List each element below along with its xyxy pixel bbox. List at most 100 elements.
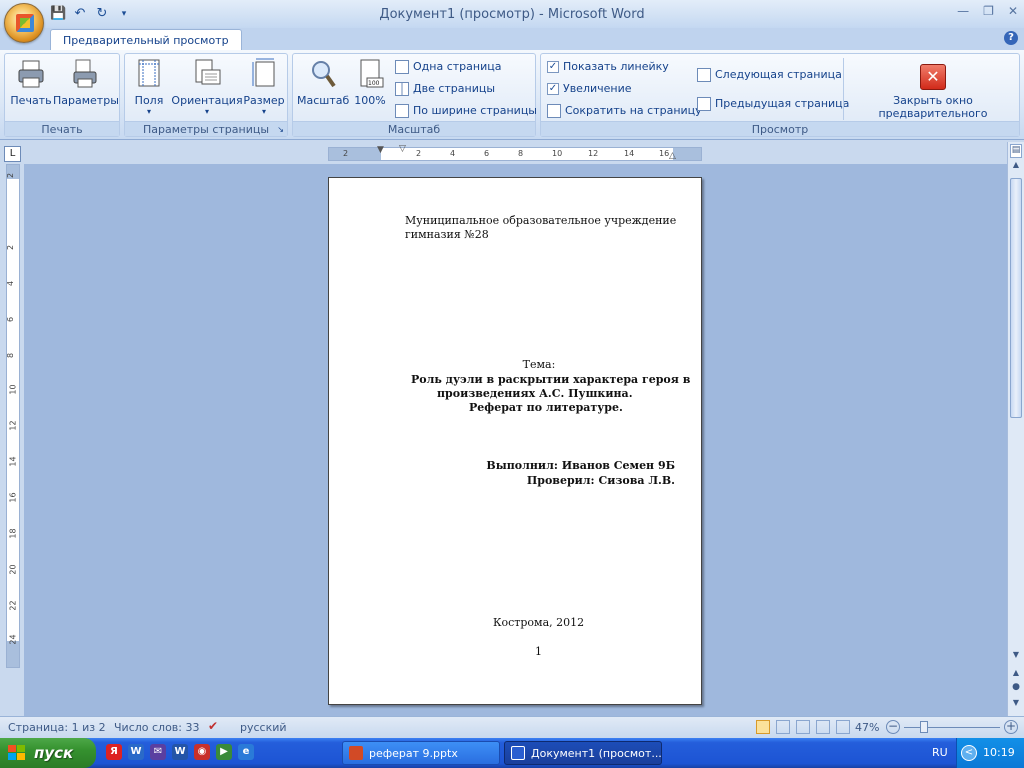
prev-page-nav-icon[interactable]: ▲ xyxy=(1010,668,1022,680)
page-width-button[interactable]: По ширине страницы xyxy=(395,102,537,120)
chevron-down-icon: ▾ xyxy=(204,107,209,116)
size-button[interactable]: Размер ▾ xyxy=(243,58,285,116)
orientation-icon xyxy=(192,58,222,90)
print-layout-view-icon[interactable] xyxy=(756,720,770,734)
browse-object-icon[interactable]: ● xyxy=(1010,682,1022,694)
prev-page-icon xyxy=(697,97,711,111)
one-page-button[interactable]: Одна страница xyxy=(395,58,501,76)
print-button[interactable]: Печать xyxy=(9,58,53,107)
ruler-label: 12 xyxy=(8,420,18,431)
status-language[interactable]: русский xyxy=(240,721,287,734)
ruler-toggle-icon[interactable]: ▤ xyxy=(1010,144,1022,158)
ruler-margin-bottom xyxy=(7,641,19,667)
word-icon[interactable]: W xyxy=(128,744,144,760)
zoom-slider-thumb[interactable] xyxy=(919,721,928,733)
web-view-icon[interactable] xyxy=(796,720,810,734)
language-indicator[interactable]: RU xyxy=(932,746,948,759)
ruler-label: 12 xyxy=(588,149,599,158)
group-page-setup: Поля ▾ Ориентация ▾ Размер ▾ Параметры с… xyxy=(124,53,288,137)
one-page-icon xyxy=(395,60,409,74)
taskbar: пуск Я W ✉ W ◉ ▶ e реферат 9.pptx Докуме… xyxy=(0,738,1024,768)
shrink-one-page-button[interactable]: Сократить на страницу xyxy=(547,102,702,120)
group-separator xyxy=(843,58,844,120)
printer-icon xyxy=(16,58,46,90)
ruler-label: 10 xyxy=(552,149,563,158)
group-print: Печать Параметры Печать xyxy=(4,53,120,137)
print-settings-icon xyxy=(70,58,100,90)
horizontal-ruler[interactable]: 2 2 4 6 8 10 12 14 16 ▼ ▽ △ xyxy=(328,144,702,161)
ruler-label: 16 xyxy=(8,492,18,503)
next-page-nav-icon[interactable]: ▼ xyxy=(1010,698,1022,710)
two-pages-button[interactable]: Две страницы xyxy=(395,80,495,98)
vertical-scrollbar[interactable]: ▤ ▲ ▼ ▲ ● ▼ xyxy=(1007,142,1024,716)
topic-label: Тема: xyxy=(522,358,556,371)
zoom-out-icon[interactable]: − xyxy=(886,720,900,734)
document-page[interactable]: Муниципальное образовательное учреждение… xyxy=(328,177,702,705)
orientation-button[interactable]: Ориентация ▾ xyxy=(171,58,243,116)
zoom-level[interactable]: 47% xyxy=(855,721,879,734)
close-icon: ✕ xyxy=(920,64,946,90)
close-window-icon[interactable]: ✕ xyxy=(1008,4,1018,18)
topic-line-3: Реферат по литературе. xyxy=(469,401,623,414)
spellcheck-icon[interactable]: ✔ xyxy=(208,719,218,733)
system-tray: < 10:19 xyxy=(956,738,1024,768)
clock[interactable]: 10:19 xyxy=(983,746,1015,759)
print-params-button[interactable]: Параметры xyxy=(53,58,119,107)
ruler-margin-left xyxy=(329,148,381,160)
zoom-in-icon[interactable]: + xyxy=(1004,720,1018,734)
topic-line-2: произведениях А.С. Пушкина. xyxy=(437,387,633,400)
camera-icon[interactable]: ◉ xyxy=(194,744,210,760)
magnifier-checkbox[interactable]: ✓ Увеличение xyxy=(547,80,632,98)
ruler-label: 4 xyxy=(6,280,16,287)
ribbon: Печать Параметры Печать Поля ▾ Ориентаци… xyxy=(0,50,1024,140)
window-controls: — ❐ ✕ xyxy=(957,4,1018,18)
yandex-icon[interactable]: Я xyxy=(106,744,122,760)
tab-selector[interactable]: L xyxy=(4,146,21,162)
tray-chevron-icon[interactable]: < xyxy=(961,745,977,761)
status-page[interactable]: Страница: 1 из 2 xyxy=(8,721,106,734)
vertical-ruler[interactable]: 2 2 4 6 8 10 12 14 16 18 20 22 24 xyxy=(6,164,20,668)
zoom-button[interactable]: Масштаб xyxy=(297,58,349,107)
group-zoom-label: Масштаб xyxy=(293,121,535,136)
media-player-icon[interactable]: ▶ xyxy=(216,744,232,760)
next-page-icon xyxy=(697,68,711,82)
ruler-label: 2 xyxy=(343,149,349,158)
start-button[interactable]: пуск xyxy=(0,738,96,768)
powerpoint-icon xyxy=(349,746,363,760)
tab-print-preview[interactable]: Предварительный просмотр xyxy=(50,29,242,51)
first-line-indent-icon[interactable]: ▽ xyxy=(399,144,406,154)
margins-button[interactable]: Поля ▾ xyxy=(129,58,169,116)
zoom-slider-track[interactable] xyxy=(904,727,1000,728)
checkbox-checked-icon: ✓ xyxy=(547,83,559,95)
reading-view-icon[interactable] xyxy=(776,720,790,734)
mail-icon[interactable]: ✉ xyxy=(150,744,166,760)
minimize-icon[interactable]: — xyxy=(957,4,969,18)
help-icon[interactable]: ? xyxy=(1004,31,1018,45)
scroll-down-icon[interactable]: ▼ xyxy=(1010,650,1022,662)
ie-icon[interactable]: e xyxy=(238,744,254,760)
indent-marker-icon[interactable]: ▼ xyxy=(377,145,384,155)
task-pptx[interactable]: реферат 9.pptx xyxy=(342,741,500,765)
word-doc-icon[interactable]: W xyxy=(172,744,188,760)
margins-icon xyxy=(134,58,164,90)
next-page-button[interactable]: Следующая страница xyxy=(697,66,842,84)
page-100-icon: 100 xyxy=(355,58,385,90)
task-word[interactable]: Документ1 (просмот... xyxy=(504,741,662,765)
scroll-up-icon[interactable]: ▲ xyxy=(1010,160,1022,174)
prev-page-button[interactable]: Предыдущая страница xyxy=(697,95,849,113)
windows-logo-icon xyxy=(8,745,25,760)
ruler-label: 16 xyxy=(659,149,670,158)
show-ruler-checkbox[interactable]: ✓ Показать линейку xyxy=(547,58,669,76)
ruler-label: 2 xyxy=(416,149,422,158)
outline-view-icon[interactable] xyxy=(816,720,830,734)
right-indent-icon[interactable]: △ xyxy=(669,151,676,161)
restore-icon[interactable]: ❐ xyxy=(983,4,994,18)
office-button[interactable] xyxy=(4,3,44,43)
scroll-thumb[interactable] xyxy=(1010,178,1022,418)
dialog-launcher-icon[interactable]: ↘ xyxy=(277,125,284,134)
ruler-label: 20 xyxy=(8,564,18,575)
zoom-100-button[interactable]: 100 100% xyxy=(351,58,389,107)
shrink-page-icon xyxy=(547,104,561,118)
status-words[interactable]: Число слов: 33 xyxy=(114,721,200,734)
draft-view-icon[interactable] xyxy=(836,720,850,734)
